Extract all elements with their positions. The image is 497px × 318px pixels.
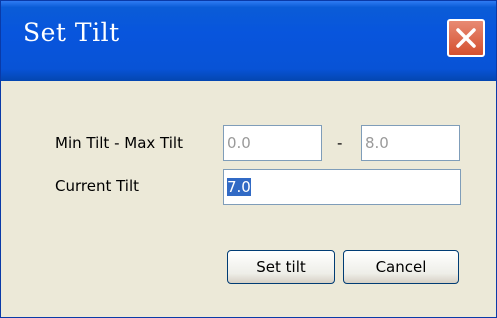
current-tilt-label: Current Tilt — [55, 177, 140, 195]
range-separator: - — [337, 134, 343, 152]
close-icon — [456, 28, 476, 48]
current-tilt-input[interactable]: 7.0 — [223, 169, 461, 205]
min-tilt-field: 0.0 — [223, 125, 322, 161]
current-tilt-value: 7.0 — [227, 178, 251, 196]
set-tilt-dialog: Set Tilt Min Tilt - Max Tilt 0.0 - 8.0 C… — [0, 0, 497, 318]
max-tilt-field: 8.0 — [361, 125, 460, 161]
cancel-button[interactable]: Cancel — [343, 250, 459, 284]
window-title: Set Tilt — [23, 18, 120, 47]
close-button[interactable] — [447, 19, 485, 57]
set-tilt-button[interactable]: Set tilt — [227, 250, 335, 284]
min-max-tilt-label: Min Tilt - Max Tilt — [55, 134, 183, 152]
title-bar[interactable]: Set Tilt — [1, 1, 496, 81]
